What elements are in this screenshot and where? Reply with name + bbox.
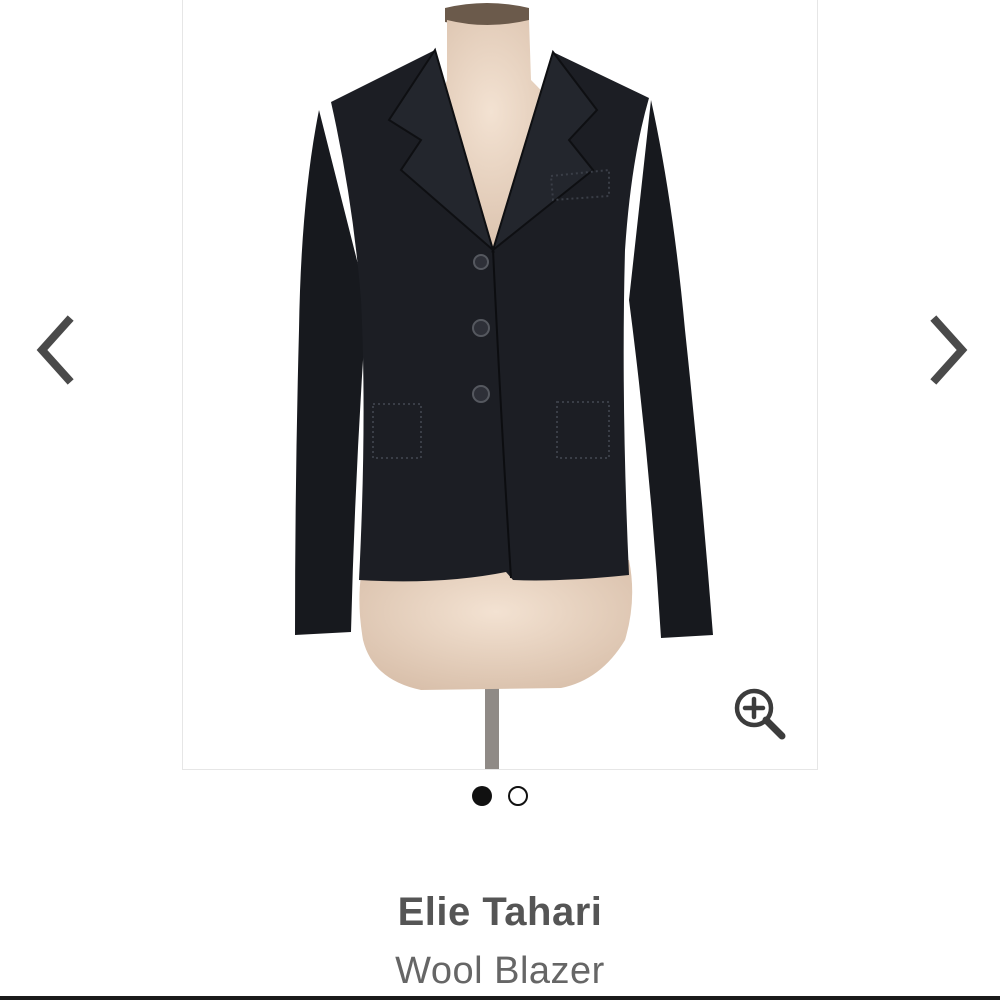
zoom-button[interactable] xyxy=(730,686,790,744)
previous-image-button[interactable] xyxy=(24,312,84,388)
next-image-button[interactable] xyxy=(920,312,980,388)
chevron-right-icon xyxy=(930,315,968,385)
carousel-dot-1[interactable] xyxy=(472,786,492,806)
carousel-dot-2[interactable] xyxy=(508,786,528,806)
zoom-in-icon xyxy=(734,688,786,740)
product-photo[interactable] xyxy=(182,0,818,770)
blazer-image xyxy=(183,0,817,769)
chevron-left-icon xyxy=(36,315,74,385)
product-name: Wool Blazer xyxy=(395,950,605,992)
carousel-indicator xyxy=(0,784,1000,808)
brand-name: Elie Tahari xyxy=(397,890,603,934)
divider xyxy=(0,996,1000,1000)
